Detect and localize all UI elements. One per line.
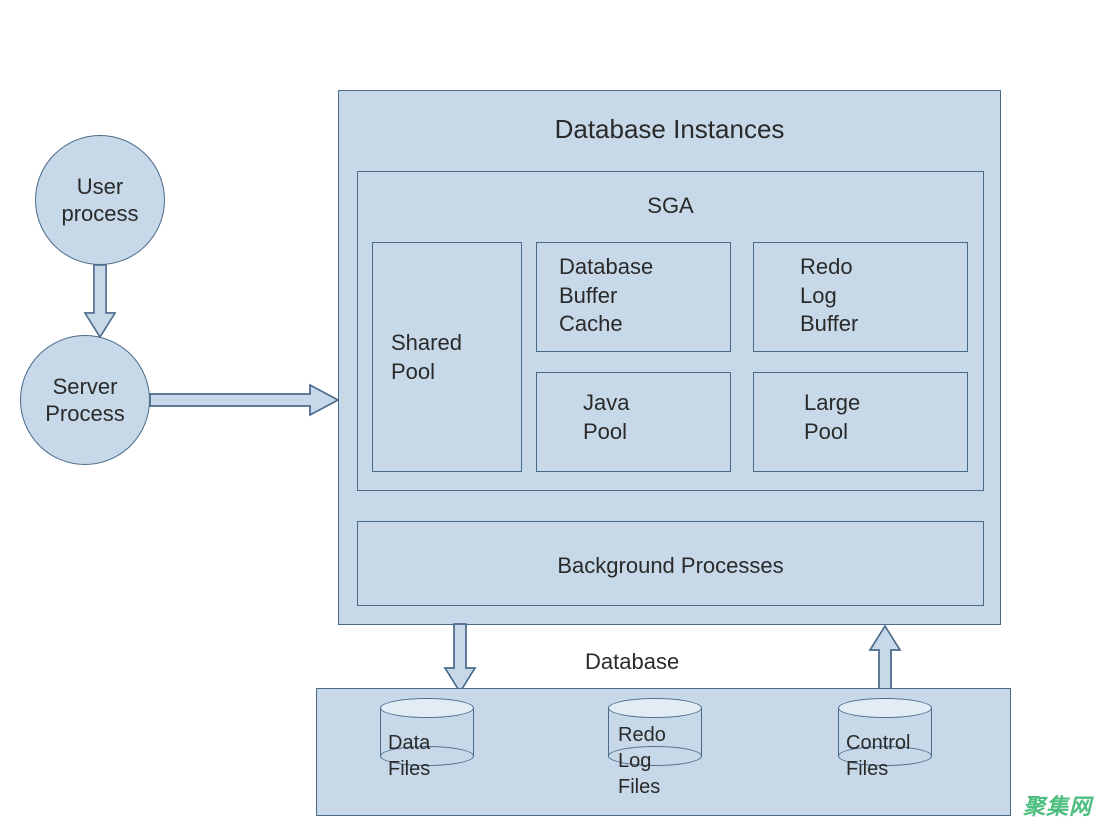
- java-pool-box: Java Pool: [536, 372, 731, 472]
- database-label: Database: [585, 648, 679, 677]
- database-instances-box: Database Instances SGA Shared Pool Datab…: [338, 90, 1001, 625]
- db-buffer-cache-box: Database Buffer Cache: [536, 242, 731, 352]
- database-instances-title: Database Instances: [339, 113, 1000, 147]
- sga-title: SGA: [358, 192, 983, 221]
- redo-log-buffer-box: Redo Log Buffer: [753, 242, 968, 352]
- large-pool-box: Large Pool: [753, 372, 968, 472]
- background-processes-box: Background Processes: [357, 521, 984, 606]
- redo-log-buffer-label: Redo Log Buffer: [800, 253, 858, 339]
- background-processes-label: Background Processes: [358, 552, 983, 581]
- arrow-instances-to-db-down: [445, 624, 475, 694]
- control-files-label: Control Files: [846, 730, 910, 782]
- server-process-node: Server Process: [20, 335, 150, 465]
- arrow-user-to-server: [85, 265, 115, 340]
- java-pool-label: Java Pool: [583, 389, 629, 446]
- watermark-text: 聚集网: [1023, 789, 1092, 821]
- user-process-label: User process: [61, 173, 138, 228]
- db-buffer-cache-label: Database Buffer Cache: [559, 253, 653, 339]
- arrow-db-to-instances-up: [870, 624, 900, 694]
- user-process-node: User process: [35, 135, 165, 265]
- redo-log-files-label: Redo Log Files: [618, 722, 666, 800]
- server-process-label: Server Process: [45, 373, 124, 428]
- arrow-server-to-instances: [150, 385, 340, 415]
- data-files-label: Data Files: [388, 730, 430, 782]
- sga-box: SGA Shared Pool Database Buffer Cache Re…: [357, 171, 984, 491]
- shared-pool-box: Shared Pool: [372, 242, 522, 472]
- large-pool-label: Large Pool: [804, 389, 860, 446]
- shared-pool-label: Shared Pool: [391, 329, 462, 386]
